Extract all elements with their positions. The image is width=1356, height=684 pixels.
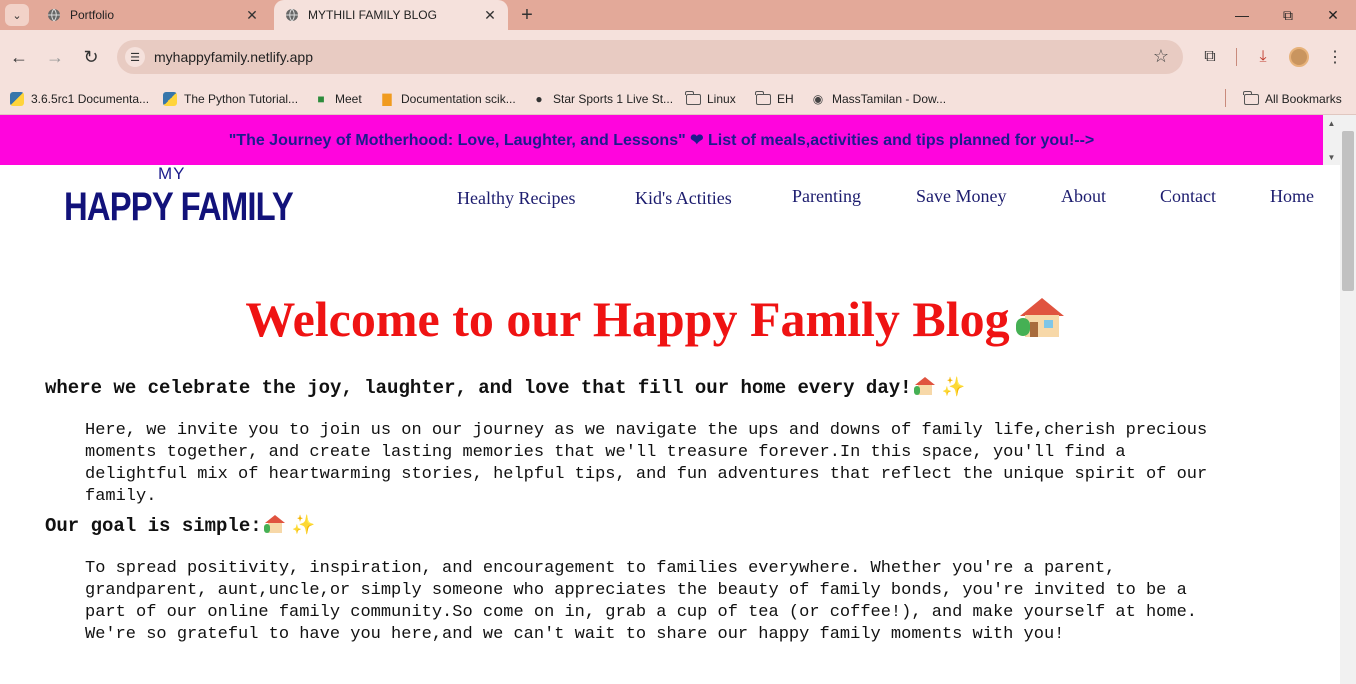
- nav-parenting[interactable]: Parenting: [792, 186, 861, 207]
- chevron-down-icon: ⌄: [12, 9, 22, 22]
- bookmark-label: Documentation scik...: [401, 92, 516, 106]
- python-icon: [9, 91, 25, 107]
- bookmark-label: Linux: [707, 92, 736, 106]
- bookmark-folder[interactable]: Linux: [685, 90, 736, 108]
- announcement-banner: "The Journey of Motherhood: Love, Laught…: [0, 115, 1323, 165]
- chart-icon: ▇: [382, 92, 392, 106]
- minimize-button[interactable]: —: [1219, 0, 1265, 30]
- nav-home[interactable]: Home: [1270, 186, 1314, 207]
- bookmark-star-icon[interactable]: ☆: [1153, 46, 1169, 67]
- menu-button[interactable]: ⋮: [1323, 45, 1347, 69]
- hero-title-text: Welcome to our Happy Family Blog: [245, 291, 1010, 347]
- downloads-button[interactable]: ⤓: [1251, 45, 1275, 69]
- logo-happy-family[interactable]: HAPPY FAMILY: [64, 185, 294, 230]
- reload-button[interactable]: ↻: [79, 45, 103, 69]
- tab-title: Portfolio: [70, 8, 115, 22]
- address-bar[interactable]: ☰ myhappyfamily.netlify.app ☆: [117, 40, 1183, 74]
- toolbar-divider: [1236, 48, 1237, 66]
- meet-icon: ■: [317, 92, 325, 106]
- nav-about[interactable]: About: [1061, 186, 1106, 207]
- page-scrollbar[interactable]: [1340, 115, 1356, 684]
- logo-my[interactable]: MY: [158, 164, 186, 184]
- globe-icon: [284, 7, 300, 23]
- bookmark-label: MassTamilan - Dow...: [832, 92, 947, 106]
- bookmark-label: The Python Tutorial...: [184, 92, 299, 106]
- bookmark-label: EH: [777, 92, 794, 106]
- new-tab-button[interactable]: +: [516, 4, 538, 26]
- page-viewport: "The Journey of Motherhood: Love, Laught…: [0, 115, 1356, 684]
- house-icon: [263, 514, 286, 534]
- subheading-goal: Our goal is simple: ✨: [45, 513, 315, 537]
- forward-button[interactable]: →: [43, 45, 67, 69]
- python-icon: [162, 91, 178, 107]
- restore-icon: ⧉: [1283, 6, 1293, 23]
- close-window-button[interactable]: ✕: [1310, 0, 1356, 30]
- all-bookmarks-button[interactable]: All Bookmarks: [1243, 90, 1342, 108]
- tab-strip: ⌄ Portfolio ✕ MYTHILI FAMILY BLOG ✕ + — …: [0, 0, 1356, 30]
- subheading-celebrate: where we celebrate the joy, laughter, an…: [45, 375, 965, 399]
- intro-paragraph: Here, we invite you to join us on our jo…: [85, 421, 1208, 506]
- back-button[interactable]: ←: [7, 45, 31, 69]
- tab-mythili-family-blog[interactable]: MYTHILI FAMILY BLOG ✕: [274, 0, 508, 30]
- house-icon: [1015, 296, 1068, 340]
- folder-icon: [685, 90, 701, 107]
- site-info-icon[interactable]: ☰: [125, 47, 145, 67]
- bookmark-item[interactable]: ▇ Documentation scik...: [379, 90, 516, 108]
- bookmark-label: Meet: [335, 92, 362, 106]
- scroll-up-icon[interactable]: ▲: [1323, 115, 1340, 131]
- tab-search-button[interactable]: ⌄: [5, 4, 29, 26]
- arrow-right-icon: →: [46, 46, 64, 67]
- browser-toolbar: ← → ↻ ☰ myhappyfamily.netlify.app ☆ ⧉ ⤓ …: [0, 30, 1356, 84]
- bookmark-item[interactable]: 3.6.5rc1 Documenta...: [9, 90, 149, 108]
- nav-healthy-recipes[interactable]: Healthy Recipes: [457, 188, 575, 209]
- folder-icon: [1243, 90, 1259, 107]
- bookmark-folder[interactable]: EH: [755, 90, 794, 108]
- sparkles-icon: ✨: [291, 515, 316, 537]
- hero-title: Welcome to our Happy Family Blog: [0, 290, 1313, 348]
- subheading-text: Our goal is simple:: [45, 515, 262, 537]
- bookmark-label: All Bookmarks: [1265, 92, 1342, 106]
- puzzle-icon: ⧉: [1204, 48, 1216, 65]
- url-text[interactable]: myhappyfamily.netlify.app: [154, 49, 313, 65]
- bookmark-item[interactable]: The Python Tutorial...: [162, 90, 298, 108]
- close-icon[interactable]: ✕: [242, 5, 262, 25]
- arrow-left-icon: ←: [10, 46, 28, 67]
- folder-icon: [755, 90, 771, 107]
- subheading-text: where we celebrate the joy, laughter, an…: [45, 377, 912, 399]
- download-icon: ⤓: [1259, 48, 1267, 65]
- site-icon: ◉: [812, 92, 824, 106]
- plus-icon: +: [521, 4, 533, 26]
- close-icon[interactable]: ✕: [480, 5, 500, 25]
- bookmark-item[interactable]: ■ Meet: [313, 90, 362, 108]
- extensions-button[interactable]: ⧉: [1198, 45, 1222, 69]
- globe-icon: [46, 7, 62, 23]
- bookmark-label: 3.6.5rc1 Documenta...: [31, 92, 150, 106]
- globe-icon: ●: [535, 92, 543, 106]
- profile-button[interactable]: [1287, 45, 1311, 69]
- tab-title: MYTHILI FAMILY BLOG: [308, 8, 437, 22]
- bookmarks-divider: [1225, 89, 1226, 107]
- more-vert-icon: ⋮: [1327, 49, 1343, 66]
- bookmark-item[interactable]: ◉ MassTamilan - Dow...: [810, 90, 946, 108]
- restore-button[interactable]: ⧉: [1265, 0, 1311, 30]
- avatar: [1289, 47, 1309, 67]
- bookmark-item[interactable]: ● Star Sports 1 Live St...: [531, 90, 673, 108]
- house-icon: [913, 376, 936, 396]
- banner-text: "The Journey of Motherhood: Love, Laught…: [228, 132, 1095, 149]
- nav-contact[interactable]: Contact: [1160, 186, 1216, 207]
- nav-kids-activities[interactable]: Kid's Actities: [635, 188, 732, 209]
- sparkles-icon: ✨: [941, 377, 966, 399]
- bookmarks-bar: 3.6.5rc1 Documenta... The Python Tutoria…: [0, 84, 1356, 115]
- nav-save-money[interactable]: Save Money: [916, 186, 1006, 207]
- scrollbar-thumb[interactable]: [1342, 131, 1354, 291]
- bookmark-label: Star Sports 1 Live St...: [553, 92, 674, 106]
- tab-portfolio[interactable]: Portfolio ✕: [36, 0, 270, 30]
- goal-paragraph: To spread positivity, inspiration, and e…: [85, 559, 1197, 644]
- reload-icon: ↻: [83, 46, 99, 67]
- scroll-down-icon[interactable]: ▼: [1323, 149, 1340, 165]
- banner-scrollbar[interactable]: ▲ ▼: [1323, 115, 1340, 165]
- minimize-icon: —: [1235, 7, 1249, 23]
- close-icon: ✕: [1327, 6, 1339, 23]
